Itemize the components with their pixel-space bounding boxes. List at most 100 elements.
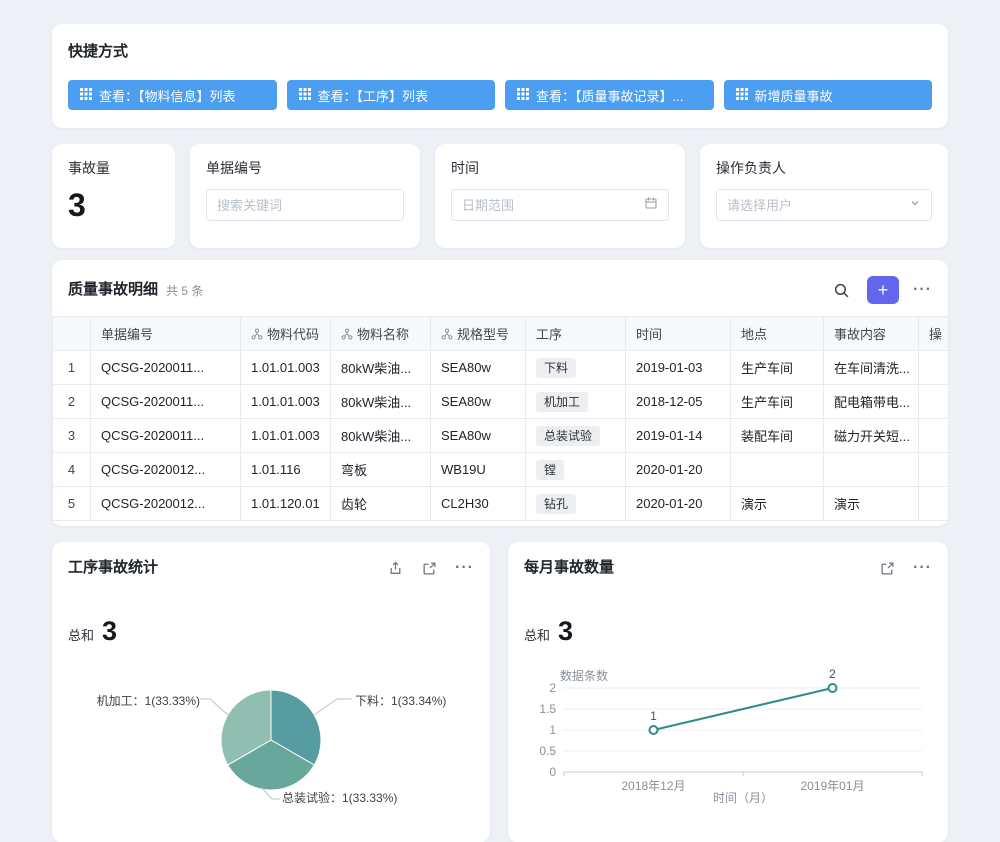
- doc-no-input-wrap: [206, 189, 404, 221]
- shortcut-button-label: 查看：【物料信息】列表: [99, 86, 236, 105]
- operator-filter-card: 操作负责人: [700, 144, 948, 248]
- operator-label: 操作负责人: [716, 160, 932, 177]
- pie-total: 总和 3: [52, 616, 490, 647]
- dashboard-page: 快捷方式 查看：【物料信息】列表 查看：【工序】列表 查看：【质量事故记录】..…: [0, 0, 1000, 800]
- cell-place: 演示: [731, 487, 824, 521]
- shortcut-button-label: 查看：【工序】列表: [318, 86, 429, 105]
- row-index: 3: [53, 419, 91, 453]
- view-material-list-button[interactable]: 查看：【物料信息】列表: [68, 80, 277, 110]
- grid-icon: [736, 88, 748, 103]
- process-stats-card: 工序事故统计 ··· 总和 3 机加工：1(33.33%) 下料：1(33.34…: [52, 542, 490, 842]
- line-more-menu[interactable]: ···: [913, 559, 932, 577]
- cell-time: 2019-01-14: [626, 419, 731, 453]
- view-quality-record-button[interactable]: 查看：【质量事故记录】...: [505, 80, 714, 110]
- cell-place: 生产车间: [731, 351, 824, 385]
- process-tag: 总装试验: [536, 426, 600, 446]
- cell-material-code: 1.01.116: [241, 453, 331, 487]
- time-label: 时间: [451, 160, 669, 177]
- cell-process: 总装试验: [526, 419, 626, 453]
- table-row[interactable]: 3 QCSG-2020011... 1.01.01.003 80kW柴油... …: [53, 419, 949, 453]
- cell-material-name: 80kW柴油...: [331, 419, 431, 453]
- time-filter-card: 时间: [435, 144, 685, 248]
- date-range-input[interactable]: [462, 198, 638, 213]
- add-record-button[interactable]: +: [867, 276, 899, 304]
- table-more-menu[interactable]: ···: [913, 281, 932, 299]
- stat-value: 3: [68, 187, 159, 224]
- accident-table: 单据编号 物料代码 物料名称 规格型号 工序 时间 地点 事故内容 操 1 QC…: [52, 316, 948, 521]
- cell-place: [731, 453, 824, 487]
- cell-content: [824, 453, 919, 487]
- search-button[interactable]: [829, 278, 853, 302]
- table-row[interactable]: 4 QCSG-2020012... 1.01.116 弯板 WB19U 镗 20…: [53, 453, 949, 487]
- col-doc-no: 单据编号: [91, 317, 241, 351]
- col-time: 时间: [626, 317, 731, 351]
- line-card-header: 每月事故数量 ···: [508, 542, 948, 594]
- cell-operator: [919, 419, 949, 453]
- pie-label-cutting: 下料：1(33.34%): [355, 692, 446, 709]
- svg-text:1: 1: [549, 723, 556, 737]
- cell-material-name: 齿轮: [331, 487, 431, 521]
- table-row[interactable]: 2 QCSG-2020011... 1.01.01.003 80kW柴油... …: [53, 385, 949, 419]
- cell-operator: [919, 487, 949, 521]
- open-in-new-icon[interactable]: [875, 556, 899, 580]
- process-tag: 钻孔: [536, 494, 576, 514]
- date-range-wrap: [451, 189, 669, 221]
- cell-process: 机加工: [526, 385, 626, 419]
- doc-no-search-input[interactable]: [217, 198, 393, 213]
- svg-text:2018年12月: 2018年12月: [621, 779, 685, 793]
- relation-icon: [441, 328, 453, 340]
- record-count: 共 5 条: [166, 282, 203, 299]
- stat-label: 事故量: [68, 160, 159, 177]
- cell-doc-no: QCSG-2020012...: [91, 487, 241, 521]
- shortcuts-card: 快捷方式 查看：【物料信息】列表 查看：【工序】列表 查看：【质量事故记录】..…: [52, 24, 948, 128]
- cell-process: 钻孔: [526, 487, 626, 521]
- export-icon[interactable]: [383, 556, 407, 580]
- monthly-count-card: 每月事故数量 ··· 总和 3 数据条数00.511.5212018年12月22…: [508, 542, 948, 842]
- svg-text:0: 0: [549, 765, 556, 779]
- cell-spec: CL2H30: [431, 487, 526, 521]
- cell-content: 磁力开关短...: [824, 419, 919, 453]
- svg-text:0.5: 0.5: [539, 744, 556, 758]
- row-index: 2: [53, 385, 91, 419]
- row-index: 5: [53, 487, 91, 521]
- pie-label-assembly-test: 总装试验：1(33.33%): [282, 789, 397, 806]
- open-in-new-icon[interactable]: [417, 556, 441, 580]
- user-select[interactable]: [716, 189, 932, 221]
- cell-doc-no: QCSG-2020011...: [91, 419, 241, 453]
- grid-icon: [299, 88, 311, 103]
- add-quality-accident-button[interactable]: 新增质量事故: [724, 80, 933, 110]
- cell-process: 下料: [526, 351, 626, 385]
- pie-card-header: 工序事故统计 ···: [52, 542, 490, 594]
- col-operator: 操: [919, 317, 949, 351]
- cell-material-code: 1.01.01.003: [241, 385, 331, 419]
- svg-text:1.5: 1.5: [539, 702, 556, 716]
- cell-operator: [919, 385, 949, 419]
- cell-material-code: 1.01.120.01: [241, 487, 331, 521]
- filters-row: 事故量 3 单据编号 时间 操作负责人: [52, 144, 948, 248]
- table-row[interactable]: 1 QCSG-2020011... 1.01.01.003 80kW柴油... …: [53, 351, 949, 385]
- cell-content: 在车间清洗...: [824, 351, 919, 385]
- cell-spec: WB19U: [431, 453, 526, 487]
- col-place: 地点: [731, 317, 824, 351]
- shortcut-button-label: 新增质量事故: [755, 86, 833, 105]
- user-select-input[interactable]: [727, 198, 903, 213]
- grid-icon: [517, 88, 529, 103]
- svg-text:数据条数: 数据条数: [560, 668, 608, 683]
- col-process: 工序: [526, 317, 626, 351]
- shortcut-button-label: 查看：【质量事故记录】...: [536, 86, 683, 105]
- chevron-down-icon: [909, 196, 921, 214]
- shortcuts-title: 快捷方式: [68, 42, 932, 62]
- cell-material-name: 弯板: [331, 453, 431, 487]
- cell-doc-no: QCSG-2020011...: [91, 385, 241, 419]
- view-process-list-button[interactable]: 查看：【工序】列表: [287, 80, 496, 110]
- relation-icon: [341, 328, 353, 340]
- svg-text:1: 1: [650, 709, 657, 723]
- cell-spec: SEA80w: [431, 385, 526, 419]
- cell-material-code: 1.01.01.003: [241, 419, 331, 453]
- cell-spec: SEA80w: [431, 351, 526, 385]
- pie-more-menu[interactable]: ···: [455, 559, 474, 577]
- process-tag: 机加工: [536, 392, 588, 412]
- table-row[interactable]: 5 QCSG-2020012... 1.01.120.01 齿轮 CL2H30 …: [53, 487, 949, 521]
- row-index: 4: [53, 453, 91, 487]
- cell-time: 2020-01-20: [626, 453, 731, 487]
